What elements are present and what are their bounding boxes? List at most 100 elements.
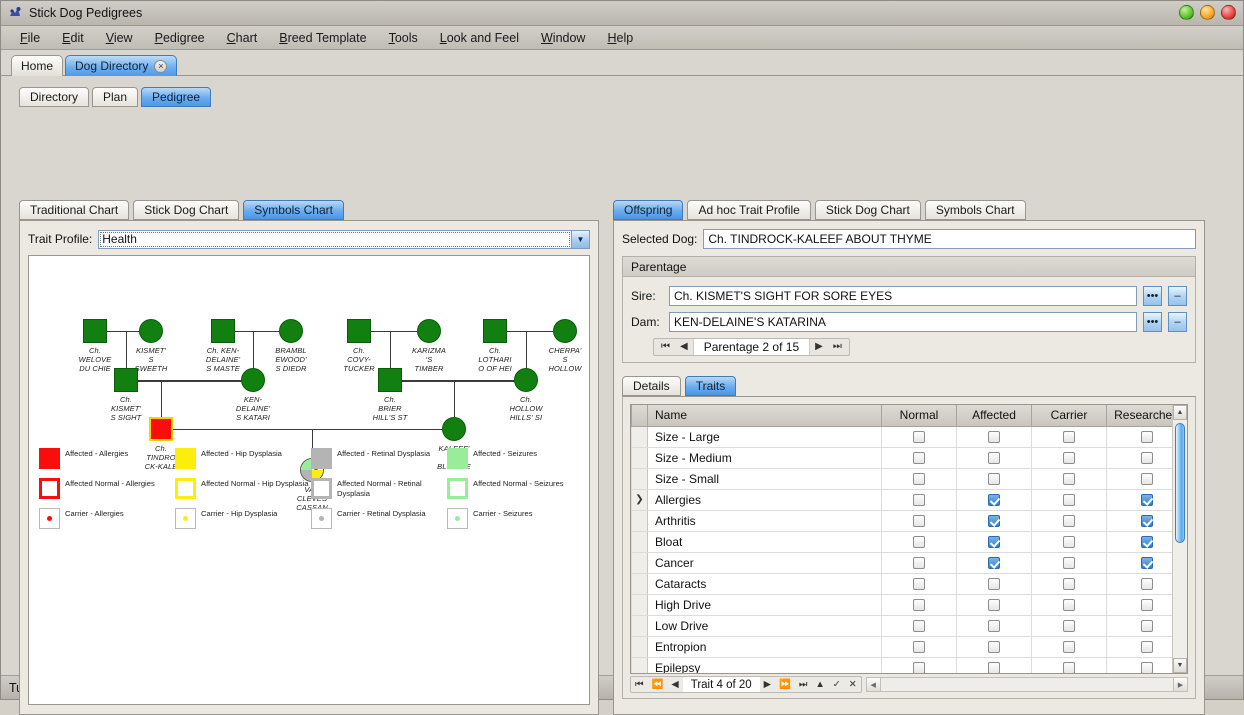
cell-affected[interactable] (957, 447, 1032, 468)
hscroll-left-icon[interactable]: ◀ (867, 678, 881, 691)
researched-checkbox[interactable] (1141, 599, 1153, 611)
maximize-button[interactable] (1200, 5, 1215, 20)
table-row[interactable]: High Drive (632, 594, 1187, 615)
pedigree-node-circle[interactable] (514, 368, 538, 392)
table-row[interactable]: Bloat (632, 531, 1187, 552)
cell-carrier[interactable] (1032, 489, 1107, 510)
detail-tab-traits[interactable]: Traits (685, 376, 737, 396)
trait-insert-button[interactable]: ▲ (811, 680, 828, 690)
close-button[interactable] (1221, 5, 1236, 20)
table-row[interactable]: Cataracts (632, 573, 1187, 594)
chart-tab-symbols[interactable]: Symbols Chart (243, 200, 344, 220)
selected-dog-field[interactable]: Ch. TINDROCK-KALEEF ABOUT THYME (703, 229, 1196, 249)
normal-checkbox[interactable] (913, 515, 925, 527)
cell-carrier[interactable] (1032, 615, 1107, 636)
cell-affected[interactable] (957, 531, 1032, 552)
cell-carrier[interactable] (1032, 552, 1107, 573)
cell-normal[interactable] (882, 615, 957, 636)
cell-carrier[interactable] (1032, 426, 1107, 447)
affected-checkbox[interactable] (988, 557, 1000, 569)
normal-checkbox[interactable] (913, 536, 925, 548)
document-tab-home[interactable]: Home (11, 55, 63, 76)
trait-profile-select[interactable]: Health ▼ (98, 230, 590, 249)
trait-first-button[interactable]: ⏮ (631, 680, 648, 690)
cell-affected[interactable] (957, 552, 1032, 573)
affected-checkbox[interactable] (988, 641, 1000, 653)
table-row[interactable]: Cancer (632, 552, 1187, 573)
dam-clear-button[interactable]: – (1168, 312, 1187, 332)
cell-carrier[interactable] (1032, 573, 1107, 594)
menu-pedigree[interactable]: Pedigree (144, 28, 216, 48)
affected-checkbox[interactable] (988, 452, 1000, 464)
cell-normal[interactable] (882, 447, 957, 468)
affected-checkbox[interactable] (988, 599, 1000, 611)
offspring-tab-adhoc-trait-profile[interactable]: Ad hoc Trait Profile (687, 200, 810, 220)
trait-last-button[interactable]: ⏭ (795, 680, 812, 690)
offspring-tab-offspring[interactable]: Offspring (613, 200, 683, 220)
menu-breed-template[interactable]: Breed Template (268, 28, 377, 48)
column-header-name[interactable]: Name (648, 405, 882, 426)
cell-affected[interactable] (957, 426, 1032, 447)
table-row[interactable]: Size - Large (632, 426, 1187, 447)
researched-checkbox[interactable] (1141, 473, 1153, 485)
normal-checkbox[interactable] (913, 473, 925, 485)
column-header-affected[interactable]: Affected (957, 405, 1032, 426)
table-row[interactable]: Low Drive (632, 615, 1187, 636)
carrier-checkbox[interactable] (1063, 473, 1075, 485)
pedigree-node-square[interactable] (114, 368, 138, 392)
carrier-checkbox[interactable] (1063, 536, 1075, 548)
cell-carrier[interactable] (1032, 636, 1107, 657)
pedigree-node-square[interactable] (483, 319, 507, 343)
normal-checkbox[interactable] (913, 452, 925, 464)
scroll-up-icon[interactable]: ▲ (1173, 405, 1187, 420)
pedigree-node-square[interactable] (83, 319, 107, 343)
cell-normal[interactable] (882, 510, 957, 531)
researched-checkbox[interactable] (1141, 662, 1153, 674)
table-row-selected[interactable]: ❯Allergies (632, 489, 1187, 510)
normal-checkbox[interactable] (913, 641, 925, 653)
cell-affected[interactable] (957, 657, 1032, 674)
chart-tab-traditional[interactable]: Traditional Chart (19, 200, 129, 220)
table-row[interactable]: Entropion (632, 636, 1187, 657)
cell-normal[interactable] (882, 552, 957, 573)
cell-normal[interactable] (882, 657, 957, 674)
affected-checkbox[interactable] (988, 578, 1000, 590)
affected-checkbox[interactable] (988, 431, 1000, 443)
trait-fast-prev-button[interactable]: ⏪ (648, 680, 668, 690)
affected-checkbox[interactable] (988, 536, 1000, 548)
pedigree-node-circle[interactable] (241, 368, 265, 392)
menu-view[interactable]: View (95, 28, 144, 48)
sire-browse-button[interactable]: ••• (1143, 286, 1162, 306)
affected-checkbox[interactable] (988, 515, 1000, 527)
carrier-checkbox[interactable] (1063, 494, 1075, 506)
trait-commit-button[interactable]: ✓ (829, 680, 845, 690)
trait-fast-next-button[interactable]: ⏩ (775, 680, 795, 690)
offspring-tab-stick-dog-chart[interactable]: Stick Dog Chart (815, 200, 921, 220)
cell-carrier[interactable] (1032, 657, 1107, 674)
researched-checkbox[interactable] (1141, 641, 1153, 653)
carrier-checkbox[interactable] (1063, 452, 1075, 464)
cell-affected[interactable] (957, 510, 1032, 531)
normal-checkbox[interactable] (913, 620, 925, 632)
detail-tab-details[interactable]: Details (622, 376, 681, 396)
section-tab-directory[interactable]: Directory (19, 87, 89, 107)
parentage-next-button[interactable]: ▶ (810, 339, 828, 355)
cell-affected[interactable] (957, 489, 1032, 510)
chevron-down-icon[interactable]: ▼ (571, 231, 589, 248)
normal-checkbox[interactable] (913, 578, 925, 590)
cell-affected[interactable] (957, 615, 1032, 636)
minimize-button[interactable] (1179, 5, 1194, 20)
affected-checkbox[interactable] (988, 494, 1000, 506)
affected-checkbox[interactable] (988, 662, 1000, 674)
researched-checkbox[interactable] (1141, 494, 1153, 506)
normal-checkbox[interactable] (913, 494, 925, 506)
menu-look-and-feel[interactable]: Look and Feel (429, 28, 530, 48)
table-row[interactable]: Epilepsy (632, 657, 1187, 674)
traits-horizontal-scrollbar[interactable]: ◀ ▶ (866, 677, 1188, 692)
pedigree-node-circle[interactable] (553, 319, 577, 343)
researched-checkbox[interactable] (1141, 578, 1153, 590)
close-icon[interactable]: × (154, 60, 167, 73)
carrier-checkbox[interactable] (1063, 662, 1075, 674)
cell-normal[interactable] (882, 468, 957, 489)
trait-next-button[interactable]: ▶ (760, 680, 775, 690)
